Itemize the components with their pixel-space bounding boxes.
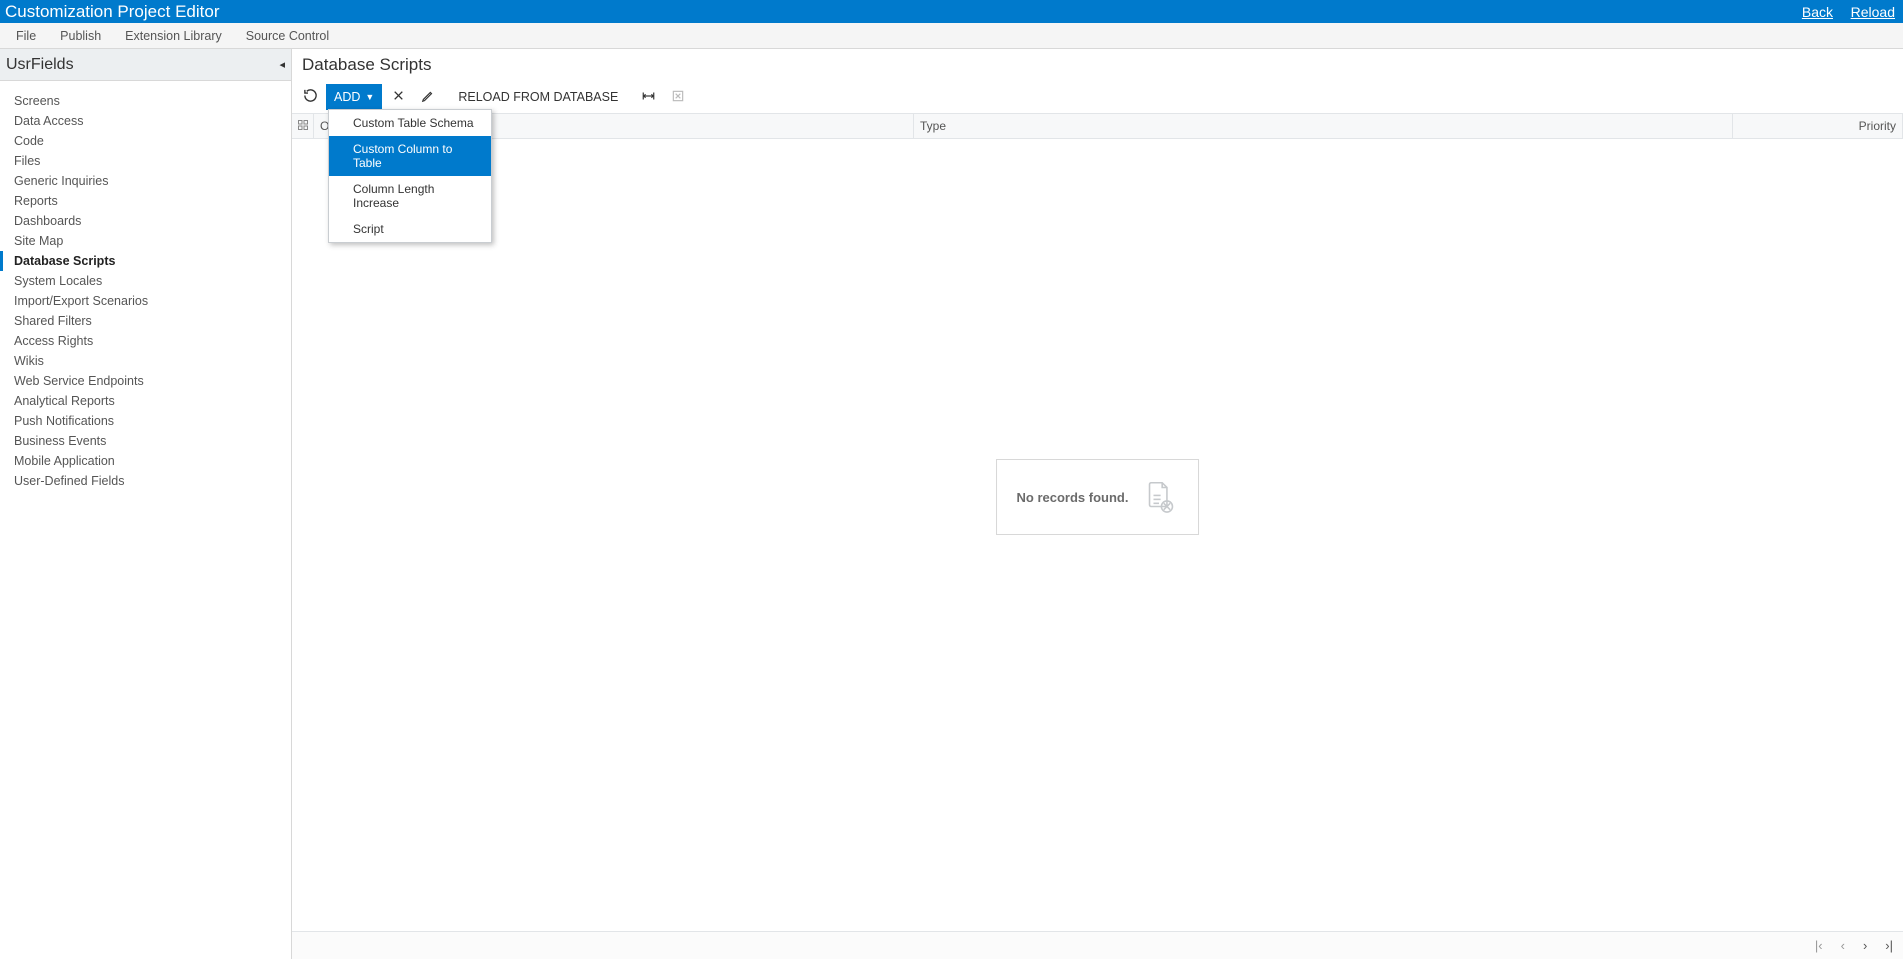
- sidebar: UsrFields ◂ Screens Data Access Code Fil…: [0, 49, 292, 959]
- dropdown-column-length-increase[interactable]: Column Length Increase: [329, 176, 491, 216]
- grid-column-priority[interactable]: Priority: [1733, 114, 1903, 138]
- sidebar-header: UsrFields ◂: [0, 49, 291, 81]
- sidebar-item-files[interactable]: Files: [0, 151, 291, 171]
- page-first-button[interactable]: |‹: [1815, 938, 1823, 953]
- empty-state-label: No records found.: [1017, 490, 1129, 505]
- empty-state: No records found.: [996, 459, 1200, 535]
- dropdown-custom-table-schema[interactable]: Custom Table Schema: [329, 110, 491, 136]
- grid-column-priority-label: Priority: [1859, 119, 1896, 133]
- menu-publish[interactable]: Publish: [48, 29, 113, 43]
- sidebar-collapse-icon[interactable]: ◂: [279, 58, 285, 71]
- reload-link[interactable]: Reload: [1851, 4, 1895, 20]
- add-button-label: ADD: [334, 90, 360, 104]
- sidebar-item-dashboards[interactable]: Dashboards: [0, 211, 291, 231]
- close-button[interactable]: [384, 84, 412, 110]
- edit-button[interactable]: [414, 84, 442, 110]
- sidebar-item-screens[interactable]: Screens: [0, 91, 291, 111]
- dropdown-script[interactable]: Script: [329, 216, 491, 242]
- project-name: UsrFields: [6, 56, 74, 74]
- grid-column-type[interactable]: Type: [914, 114, 1733, 138]
- sidebar-item-site-map[interactable]: Site Map: [0, 231, 291, 251]
- grid-header: Object Name Type Priority: [292, 113, 1903, 139]
- menu-file[interactable]: File: [4, 29, 48, 43]
- export-excel-icon: [671, 89, 685, 106]
- sidebar-item-data-access[interactable]: Data Access: [0, 111, 291, 131]
- document-missing-icon: [1140, 478, 1178, 516]
- reload-from-database-button[interactable]: RELOAD FROM DATABASE: [444, 84, 632, 110]
- page-prev-button[interactable]: ‹: [1841, 938, 1845, 953]
- fit-width-icon: [641, 89, 656, 106]
- export-excel-button[interactable]: [664, 84, 692, 110]
- sidebar-item-user-defined-fields[interactable]: User-Defined Fields: [0, 471, 291, 491]
- sidebar-item-system-locales[interactable]: System Locales: [0, 271, 291, 291]
- grid-footer: |‹ ‹ › ›|: [292, 931, 1903, 959]
- add-dropdown: Custom Table Schema Custom Column to Tab…: [328, 109, 492, 243]
- grid-config-icon: [297, 119, 309, 134]
- sidebar-item-push-notifications[interactable]: Push Notifications: [0, 411, 291, 431]
- app-title: Customization Project Editor: [5, 2, 219, 22]
- add-button[interactable]: ADD ▼: [326, 84, 382, 110]
- close-icon: [392, 89, 405, 105]
- main-area: Database Scripts ADD ▼ RELOAD: [292, 49, 1903, 959]
- toolbar: ADD ▼ RELOAD FROM DATABASE: [292, 81, 1903, 113]
- title-links: Back Reload: [1788, 4, 1895, 20]
- sidebar-item-web-service-endpoints[interactable]: Web Service Endpoints: [0, 371, 291, 391]
- refresh-button[interactable]: [296, 84, 324, 110]
- menu-extension-library[interactable]: Extension Library: [113, 29, 234, 43]
- sidebar-items: Screens Data Access Code Files Generic I…: [0, 81, 291, 491]
- grid-tools-column[interactable]: [292, 114, 314, 138]
- sidebar-item-import-export[interactable]: Import/Export Scenarios: [0, 291, 291, 311]
- pencil-icon: [421, 89, 435, 106]
- sidebar-item-database-scripts[interactable]: Database Scripts: [0, 251, 291, 271]
- back-link[interactable]: Back: [1802, 4, 1833, 20]
- refresh-icon: [303, 88, 318, 106]
- page-title: Database Scripts: [292, 49, 1903, 81]
- page-last-button[interactable]: ›|: [1885, 938, 1893, 953]
- caret-down-icon: ▼: [365, 92, 374, 102]
- title-bar: Customization Project Editor Back Reload: [0, 0, 1903, 23]
- sidebar-item-code[interactable]: Code: [0, 131, 291, 151]
- sidebar-item-wikis[interactable]: Wikis: [0, 351, 291, 371]
- fit-columns-button[interactable]: [634, 84, 662, 110]
- dropdown-custom-column-to-table[interactable]: Custom Column to Table: [329, 136, 491, 176]
- sidebar-item-business-events[interactable]: Business Events: [0, 431, 291, 451]
- sidebar-item-shared-filters[interactable]: Shared Filters: [0, 311, 291, 331]
- sidebar-item-access-rights[interactable]: Access Rights: [0, 331, 291, 351]
- grid-body: No records found.: [292, 139, 1903, 931]
- menu-source-control[interactable]: Source Control: [234, 29, 341, 43]
- grid-column-type-label: Type: [920, 119, 946, 133]
- sidebar-item-generic-inquiries[interactable]: Generic Inquiries: [0, 171, 291, 191]
- menu-bar: File Publish Extension Library Source Co…: [0, 23, 1903, 49]
- sidebar-item-analytical-reports[interactable]: Analytical Reports: [0, 391, 291, 411]
- page-next-button[interactable]: ›: [1863, 938, 1867, 953]
- sidebar-item-mobile-application[interactable]: Mobile Application: [0, 451, 291, 471]
- sidebar-item-reports[interactable]: Reports: [0, 191, 291, 211]
